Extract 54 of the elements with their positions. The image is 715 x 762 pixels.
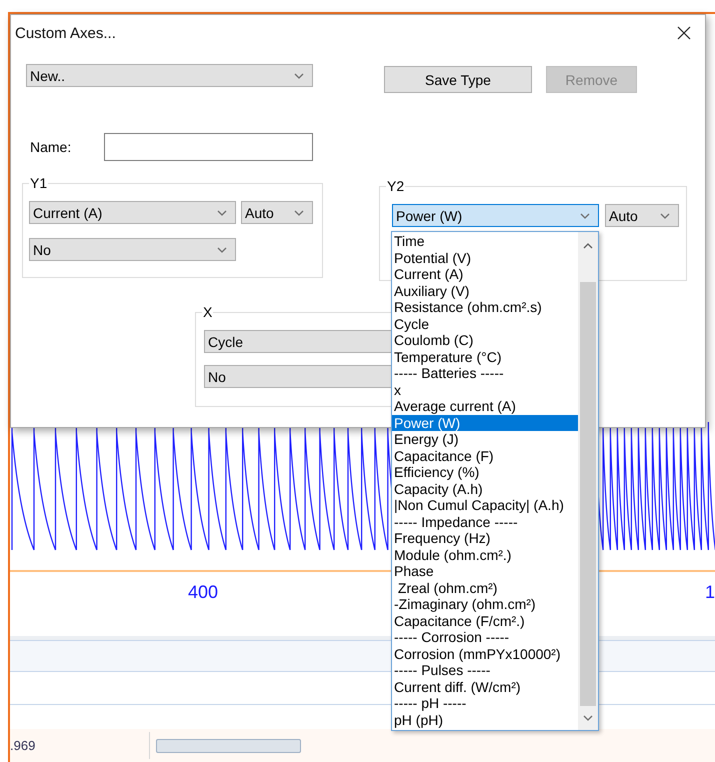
list-option[interactable]: Corrosion (mmPYx10000²) xyxy=(392,646,578,662)
list-option[interactable]: ----- Corrosion ----- xyxy=(392,629,578,646)
dropdown-field[interactable]: New.. xyxy=(26,64,313,87)
group-label: Y1 xyxy=(29,175,48,191)
axis-tick-label: 1 xyxy=(704,582,715,603)
chevron-down-icon xyxy=(217,210,227,216)
list-option[interactable]: Current diff. (W/cm²) xyxy=(392,678,578,695)
list-option[interactable]: Frequency (Hz) xyxy=(392,530,578,546)
save-type-button[interactable]: Save Type xyxy=(384,66,532,93)
close-icon[interactable] xyxy=(677,26,691,40)
dropdown-field[interactable]: Auto xyxy=(605,204,679,227)
status-value: .969 xyxy=(10,732,150,759)
list-option[interactable]: Capacity (A.h) xyxy=(392,480,578,497)
list-option[interactable]: Capacitance (F) xyxy=(392,448,578,464)
chevron-down-icon xyxy=(660,212,670,218)
list-option[interactable]: ----- Impedance ----- xyxy=(392,514,578,530)
group-label: Y2 xyxy=(386,178,406,194)
dropdown-field[interactable]: Current (A) xyxy=(29,201,236,224)
list-option[interactable]: Capacitance (F/cm².) xyxy=(392,612,578,629)
dropdown-field[interactable]: Power (W) xyxy=(392,204,599,227)
list-option[interactable]: pH (pH) xyxy=(392,712,578,728)
list-option[interactable]: Zreal (ohm.cm²) xyxy=(392,580,578,596)
chevron-down-icon xyxy=(294,72,304,78)
list-option[interactable]: Average current (A) xyxy=(392,398,578,414)
chevron-down-icon xyxy=(580,212,590,218)
list-option[interactable]: -Zimaginary (ohm.cm²) xyxy=(392,596,578,612)
group-label: X xyxy=(202,304,214,320)
axis-tick-label: 400 xyxy=(188,582,218,603)
list-option[interactable]: Module (ohm.cm².) xyxy=(392,546,578,563)
list-option[interactable]: Phase xyxy=(392,563,578,580)
list-option[interactable]: Auxiliary (V) xyxy=(392,282,578,299)
list-option[interactable]: Efficiency (%) xyxy=(392,464,578,480)
name-field[interactable] xyxy=(104,133,313,161)
list-option[interactable]: Time xyxy=(392,233,578,250)
list-option[interactable]: Energy (J) xyxy=(392,431,578,448)
scrollbar[interactable] xyxy=(578,232,598,730)
chevron-down-icon xyxy=(217,246,227,252)
list-option[interactable]: Cycle xyxy=(392,316,578,332)
scrollbar-thumb[interactable] xyxy=(156,738,301,752)
dropdown-field[interactable]: Auto xyxy=(241,201,313,224)
list-option[interactable]: Potential (V) xyxy=(392,250,578,266)
chevron-up-icon xyxy=(583,243,593,249)
list-option[interactable]: |Non Cumul Capacity| (A.h) xyxy=(392,497,578,514)
list-option[interactable]: ----- pH ----- xyxy=(392,695,578,712)
list-option[interactable]: Power (W) xyxy=(392,414,578,431)
chevron-down-icon xyxy=(294,210,304,216)
dropdown-field[interactable]: No xyxy=(29,238,236,261)
list-option[interactable]: Resistance (ohm.cm².s) xyxy=(392,299,578,316)
window-title: Custom Axes... xyxy=(15,24,116,42)
chevron-down-icon xyxy=(583,715,593,721)
scrollbar-thumb[interactable] xyxy=(580,282,596,706)
list-option[interactable]: ----- Pulses ----- xyxy=(392,662,578,678)
list-option[interactable]: Current (A) xyxy=(392,266,578,282)
name-label: Name: xyxy=(30,139,72,155)
